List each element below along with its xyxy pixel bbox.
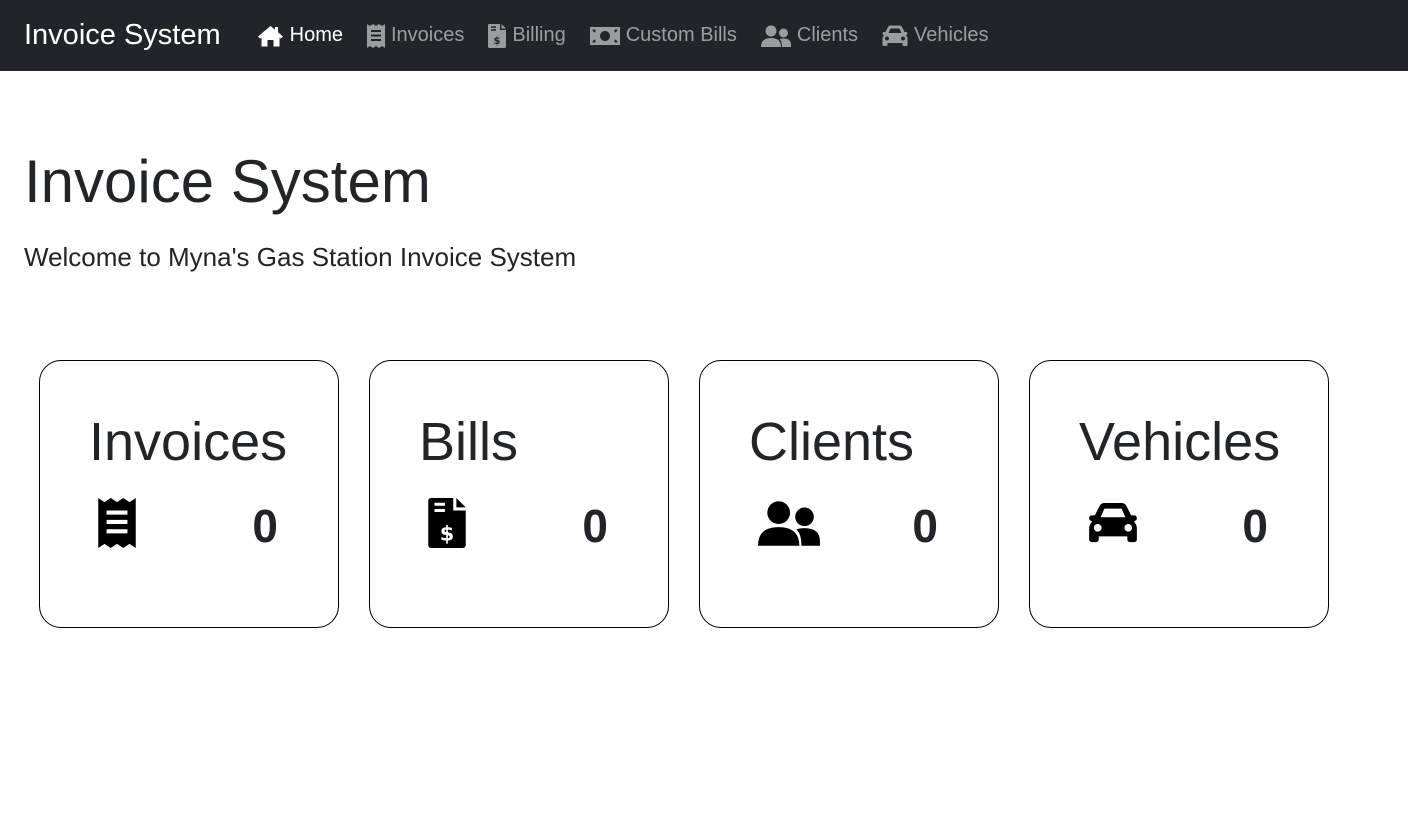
clients-count: 0 (912, 500, 938, 552)
home-icon (257, 25, 284, 47)
card-title: Bills (419, 412, 519, 472)
clients-card[interactable]: Clients 0 (699, 360, 999, 628)
card-title: Invoices (89, 412, 288, 472)
nav-link-vehicles[interactable]: Vehicles (882, 24, 989, 47)
brand-link[interactable]: Invoice System (24, 21, 221, 50)
car-icon (1088, 495, 1152, 551)
card-title: Vehicles (1079, 412, 1281, 472)
car-icon (882, 25, 908, 47)
money-bill-icon (589, 26, 620, 45)
card-title: Clients (749, 412, 915, 472)
receipt-icon (367, 23, 385, 48)
nav-link-custom-bills[interactable]: Custom Bills (589, 24, 737, 47)
file-invoice-dollar-icon: $ (428, 495, 492, 551)
nav-link-label: Custom Bills (625, 24, 737, 46)
nav-link-home[interactable]: Home (257, 24, 343, 47)
svg-text:$: $ (494, 36, 501, 47)
welcome-text: Welcome to Myna's Gas Station Invoice Sy… (24, 242, 577, 272)
bills-card[interactable]: Bills $ 0 (369, 360, 669, 628)
user-friends-icon (760, 25, 791, 47)
svg-text:$: $ (440, 522, 455, 546)
file-invoice-dollar-icon: $ (488, 23, 507, 48)
nav-link-label: Clients (796, 24, 859, 46)
bills-count: 0 (582, 500, 608, 552)
nav-link-billing[interactable]: $ Billing (488, 23, 566, 48)
top-navbar: Invoice System Home Invoices $ Billing C… (0, 0, 1408, 71)
nav-link-clients[interactable]: Clients (760, 24, 859, 47)
nav-link-invoices[interactable]: Invoices (367, 23, 465, 48)
vehicles-count: 0 (1242, 500, 1268, 552)
invoices-count: 0 (252, 500, 278, 552)
user-friends-icon (758, 495, 822, 551)
nav-link-label: Invoices (391, 24, 465, 46)
page-title: Invoice System (24, 148, 431, 215)
vehicles-card[interactable]: Vehicles 0 (1029, 360, 1329, 628)
summary-cards: Invoices 0 Bills $ 0 Clients 0 Vehicles … (39, 360, 1359, 628)
nav-links: Home Invoices $ Billing Custom Bills Cli… (257, 23, 1013, 48)
nav-link-label: Billing (512, 24, 566, 46)
invoices-card[interactable]: Invoices 0 (39, 360, 339, 628)
nav-link-label: Vehicles (914, 24, 989, 46)
receipt-icon (98, 495, 162, 551)
nav-link-label: Home (289, 24, 343, 46)
